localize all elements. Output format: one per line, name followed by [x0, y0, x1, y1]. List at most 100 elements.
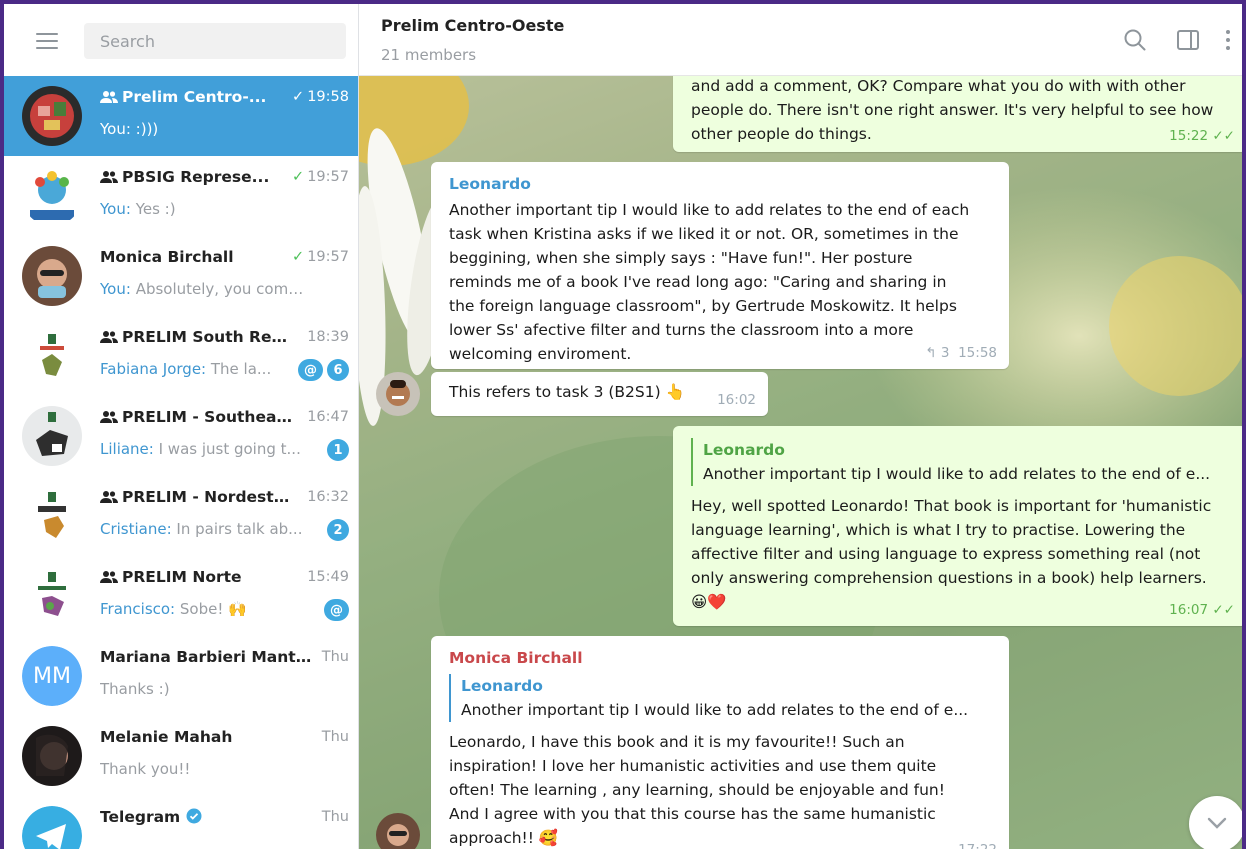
message-meta: 17:22	[958, 838, 997, 849]
chat-time: Thu	[321, 649, 349, 665]
search-input[interactable]	[84, 23, 346, 59]
unread-badges: @ 6	[298, 359, 349, 381]
chat-preview: Cristiane: In pairs talk ab...	[100, 520, 303, 538]
unread-count-badge: 6	[327, 359, 349, 381]
message-author[interactable]: Monica Birchall	[449, 646, 995, 670]
chat-preview: Liliane: I was just going t...	[100, 440, 301, 458]
chat-item-telegram[interactable]: Telegram Thu	[4, 796, 358, 849]
group-icon	[100, 90, 122, 108]
unread-count-badge: 1	[327, 439, 349, 461]
message-text: only answering comprehension questions i…	[691, 569, 1207, 587]
message-text: welcoming enviroment.	[449, 345, 632, 363]
message-text: beggining, when she simply says : "Have …	[449, 249, 913, 267]
sidebar-header	[4, 4, 358, 76]
chat-name: Monica Birchall	[100, 248, 234, 266]
message-text: 😀❤️	[691, 593, 727, 611]
mention-badge: @	[324, 599, 349, 621]
chat-name: PRELIM South Regi...	[100, 328, 296, 348]
message-text: inspiration! I love her humanistic activ…	[449, 757, 937, 775]
avatar[interactable]	[376, 372, 420, 416]
chat-time: ✓ 19:57	[292, 249, 349, 265]
check-icon: ✓	[292, 89, 305, 105]
chat-name: PRELIM - Southeas...	[100, 408, 296, 428]
reply-icon[interactable]: ↰	[925, 345, 936, 361]
avatar	[22, 806, 82, 849]
reply-quote[interactable]: Leonardo Another important tip I would l…	[691, 438, 1233, 486]
chat-time: ✓ 19:57	[292, 169, 349, 185]
message-bubble-outgoing[interactable]: Leonardo Another important tip I would l…	[673, 426, 1242, 626]
avatar-initials: MM	[22, 646, 82, 706]
message-text: approach!! 🥰	[449, 829, 559, 847]
replies-count[interactable]: 3	[941, 345, 950, 361]
chat-name: Melanie Mahah	[100, 728, 233, 746]
chat-item-mariana-barbieri[interactable]: MM Mariana Barbieri Manto... Thu Thanks …	[4, 636, 358, 716]
members-count: 21 members	[381, 46, 477, 64]
message-bubble-incoming[interactable]: Leonardo Another important tip I would l…	[431, 162, 1009, 369]
chat-time: 15:49	[307, 569, 349, 585]
avatar	[22, 486, 82, 546]
check-icon: ✓	[292, 249, 305, 265]
chat-item-monica-birchall[interactable]: Monica Birchall ✓ 19:57 You: Absolutely, …	[4, 236, 358, 316]
reply-quote[interactable]: Leonardo Another important tip I would l…	[449, 674, 995, 722]
chat-time: ✓ 19:58	[292, 89, 349, 105]
message-author[interactable]: Leonardo	[449, 172, 995, 196]
chat-name: PRELIM - Nordeste...	[100, 488, 296, 508]
chat-item-prelim-centro-oeste[interactable]: Prelim Centro-... ✓ 19:58 You: :)))	[4, 76, 358, 156]
chat-preview: Thank you!!	[100, 760, 191, 778]
chat-item-prelim-nordeste[interactable]: PRELIM - Nordeste... 16:32 Cristiane: In…	[4, 476, 358, 556]
avatar	[22, 246, 82, 306]
unread-count-badge: 2	[327, 519, 349, 541]
chat-time: 16:32	[307, 489, 349, 505]
chat-name: Prelim Centro-...	[100, 88, 296, 108]
message-text: reminds me of a book I've read long ago:…	[449, 273, 947, 291]
chat-item-prelim-south[interactable]: PRELIM South Regi... 18:39 Fabiana Jorge…	[4, 316, 358, 396]
verified-icon	[186, 808, 202, 826]
message-bubble-incoming[interactable]: This refers to task 3 (B2S1) 👆 16:02	[431, 372, 768, 416]
message-text: often! The learning , any learning, shou…	[449, 781, 945, 799]
chat-time: Thu	[321, 809, 349, 825]
message-text: and add a comment, OK? Compare what you …	[691, 77, 1186, 95]
quote-author: Leonardo	[703, 441, 785, 459]
message-text: people do. There isn't one right answer.…	[691, 101, 1214, 119]
chat-preview: You: :)))	[100, 120, 159, 138]
scroll-to-bottom-button[interactable]	[1189, 796, 1242, 849]
sidebar-toggle-icon[interactable]	[1174, 26, 1202, 54]
quote-author: Leonardo	[461, 677, 543, 695]
message-bubble-incoming[interactable]: Monica Birchall Leonardo Another importa…	[431, 636, 1009, 849]
message-text: This refers to task 3 (B2S1) 👆	[449, 383, 685, 401]
message-meta: 15:22 ✓✓	[1169, 128, 1235, 144]
telegram-app: Prelim Centro-... ✓19:58 You: :))) PBSIG…	[4, 4, 1242, 849]
avatar[interactable]	[376, 813, 420, 849]
chat-name: PRELIM Norte	[100, 568, 296, 588]
chevron-down-icon	[1206, 815, 1228, 834]
chat-title[interactable]: Prelim Centro-Oeste	[381, 16, 564, 35]
quote-text: Another important tip I would like to ad…	[703, 465, 1211, 483]
unread-badges: 1	[327, 439, 349, 461]
chat-list-sidebar: Prelim Centro-... ✓19:58 You: :))) PBSIG…	[4, 4, 359, 849]
message-meta: ↰ 3 15:58	[925, 345, 997, 361]
chat-preview: Fabiana Jorge: The la...	[100, 360, 272, 378]
avatar: MM	[22, 646, 82, 706]
avatar	[22, 726, 82, 786]
chat-item-prelim-southeast[interactable]: PRELIM - Southeas... 16:47 Liliane: I wa…	[4, 396, 358, 476]
message-meta: 16:07 ✓✓	[1169, 602, 1235, 618]
chat-preview: You: Yes :)	[100, 200, 176, 218]
message-bubble-outgoing[interactable]: and add a comment, OK? Compare what you …	[673, 76, 1242, 152]
chat-item-prelim-norte[interactable]: PRELIM Norte 15:49 Francisco: Sobe! 🙌 @	[4, 556, 358, 636]
message-text: Hey, well spotted Leonardo! That book is…	[691, 497, 1212, 515]
double-check-icon: ✓✓	[1212, 602, 1235, 618]
chat-preview: You: Absolutely, you comple...	[100, 280, 312, 298]
group-icon	[100, 570, 122, 588]
chat-preview: Thanks :)	[100, 680, 170, 698]
chat-item-melanie-mahah[interactable]: Melanie Mahah Thu Thank you!!	[4, 716, 358, 796]
chat-item-pbsig[interactable]: PBSIG Represe... ✓ 19:57 You: Yes :)	[4, 156, 358, 236]
chat-preview: Francisco: Sobe! 🙌	[100, 600, 247, 618]
more-vertical-icon[interactable]	[1221, 26, 1235, 54]
hamburger-icon[interactable]	[36, 32, 60, 50]
message-text: And I agree with you that this course ha…	[449, 805, 936, 823]
message-text: the foreign language classroom", by Gert…	[449, 297, 957, 315]
avatar	[22, 406, 82, 466]
message-text: other people do things.	[691, 125, 872, 143]
search-icon[interactable]	[1121, 26, 1149, 54]
check-icon: ✓	[292, 169, 305, 185]
